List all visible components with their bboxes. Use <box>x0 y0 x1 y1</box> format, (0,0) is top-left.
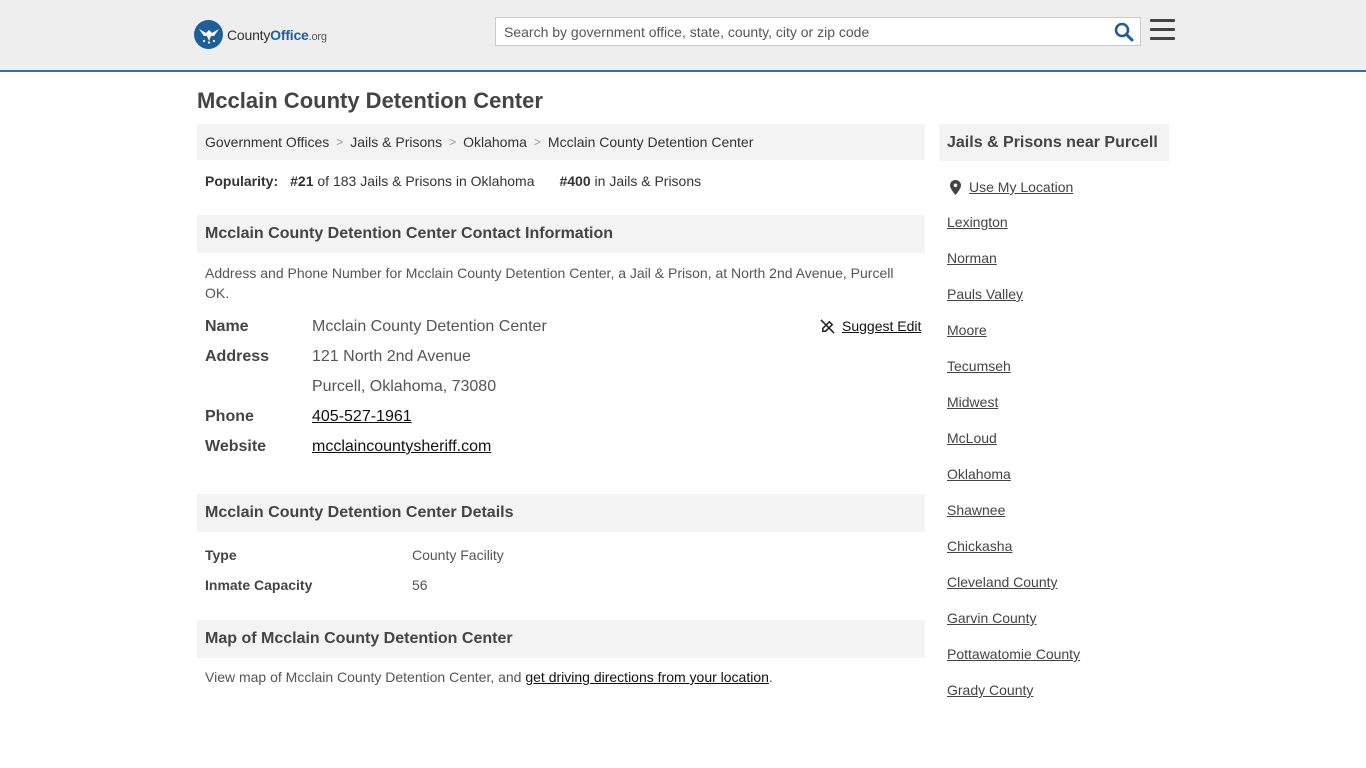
nearby-link-garvin-county[interactable]: Garvin County <box>947 610 1036 626</box>
breadcrumb-government-offices[interactable]: Government Offices <box>205 134 329 150</box>
hamburger-menu-icon[interactable] <box>1150 19 1175 41</box>
phone-label: Phone <box>205 408 254 425</box>
list-item: Lexington <box>947 214 1080 250</box>
suggest-edit[interactable]: Suggest Edit <box>820 318 921 334</box>
suggest-edit-link[interactable]: Suggest Edit <box>842 318 921 334</box>
eagle-seal-icon <box>194 20 223 49</box>
list-item: Norman <box>947 250 1080 286</box>
name-value: Mcclain County Detention Center <box>312 318 547 335</box>
popularity-label: Popularity: <box>205 173 279 189</box>
search-box <box>495 17 1141 46</box>
nearby-link-moore[interactable]: Moore <box>947 322 987 338</box>
address-line2: Purcell, Oklahoma, 73080 <box>312 378 497 395</box>
sidebar-heading: Jails & Prisons near Purcell <box>939 124 1169 161</box>
nearby-link-oklahoma[interactable]: Oklahoma <box>947 466 1011 482</box>
phone-link[interactable]: 405-527-1961 <box>312 408 412 425</box>
state-rank-text: of 183 Jails & Prisons in Oklahoma <box>317 173 535 189</box>
national-rank: #400 <box>559 173 591 189</box>
contact-description: Address and Phone Number for Mcclain Cou… <box>205 265 894 301</box>
search-input[interactable] <box>496 18 1106 45</box>
breadcrumb: Government Offices > Jails & Prisons > O… <box>197 124 925 160</box>
detail-label: Type <box>205 547 237 563</box>
detail-label: Inmate Capacity <box>205 577 313 593</box>
use-my-location[interactable]: Use My Location <box>950 179 1073 195</box>
national-rank-text: in Jails & Prisons <box>594 173 702 189</box>
nearby-list: Lexington Norman Pauls Valley Moore Tecu… <box>947 214 1080 718</box>
nearby-link-cleveland-county[interactable]: Cleveland County <box>947 574 1058 590</box>
chevron-right-icon: > <box>336 135 344 149</box>
nearby-link-midwest[interactable]: Midwest <box>947 394 998 410</box>
list-item: Pauls Valley <box>947 286 1080 322</box>
logo-wordmark: CountyOffice.org <box>227 26 327 43</box>
nearby-link-grady-county[interactable]: Grady County <box>947 682 1033 698</box>
chevron-right-icon: > <box>533 135 541 149</box>
use-my-location-link[interactable]: Use My Location <box>969 179 1073 195</box>
list-item: Grady County <box>947 682 1080 718</box>
nearby-link-norman[interactable]: Norman <box>947 250 997 266</box>
breadcrumb-current: Mcclain County Detention Center <box>547 134 754 150</box>
list-item: Shawnee <box>947 502 1080 538</box>
map-description: View map of Mcclain County Detention Cen… <box>205 669 773 685</box>
details-section-heading: Mcclain County Detention Center Details <box>197 494 925 532</box>
contact-section-heading: Mcclain County Detention Center Contact … <box>197 215 925 253</box>
nearby-link-lexington[interactable]: Lexington <box>947 214 1008 230</box>
website-label: Website <box>205 438 267 455</box>
breadcrumb-jails-prisons[interactable]: Jails & Prisons <box>350 134 442 150</box>
chevron-right-icon: > <box>449 135 457 149</box>
list-item: Midwest <box>947 394 1080 430</box>
state-rank: #21 <box>290 173 314 189</box>
nearby-link-pottawatomie-county[interactable]: Pottawatomie County <box>947 646 1080 662</box>
site-logo[interactable]: CountyOffice.org <box>194 20 327 49</box>
search-icon[interactable] <box>1114 22 1134 42</box>
map-pin-icon <box>950 179 961 195</box>
driving-directions-link[interactable]: get driving directions from your locatio… <box>525 669 769 685</box>
nearby-link-mcloud[interactable]: McLoud <box>947 430 997 446</box>
address-line1: 121 North 2nd Avenue <box>312 348 471 365</box>
nearby-link-shawnee[interactable]: Shawnee <box>947 502 1005 518</box>
map-section-heading: Map of Mcclain County Detention Center <box>197 620 925 658</box>
list-item: McLoud <box>947 430 1080 466</box>
popularity-line: Popularity: #21 of 183 Jails & Prisons i… <box>205 173 701 189</box>
list-item: Moore <box>947 322 1080 358</box>
address-label: Address <box>205 348 270 365</box>
detail-value: 56 <box>412 577 428 593</box>
edit-off-icon <box>820 318 835 334</box>
name-label: Name <box>205 318 249 335</box>
nearby-link-pauls-valley[interactable]: Pauls Valley <box>947 286 1023 302</box>
nearby-link-chickasha[interactable]: Chickasha <box>947 538 1012 554</box>
nearby-link-tecumseh[interactable]: Tecumseh <box>947 358 1011 374</box>
list-item: Garvin County <box>947 610 1080 646</box>
list-item: Tecumseh <box>947 358 1080 394</box>
breadcrumb-oklahoma[interactable]: Oklahoma <box>463 134 527 150</box>
list-item: Pottawatomie County <box>947 646 1080 682</box>
website-link[interactable]: mcclaincountysheriff.com <box>312 438 491 455</box>
site-header: CountyOffice.org <box>0 0 1366 72</box>
detail-value: County Facility <box>412 547 504 563</box>
list-item: Oklahoma <box>947 466 1080 502</box>
list-item: Chickasha <box>947 538 1080 574</box>
page-title: Mcclain County Detention Center <box>197 88 543 113</box>
list-item: Cleveland County <box>947 574 1080 610</box>
